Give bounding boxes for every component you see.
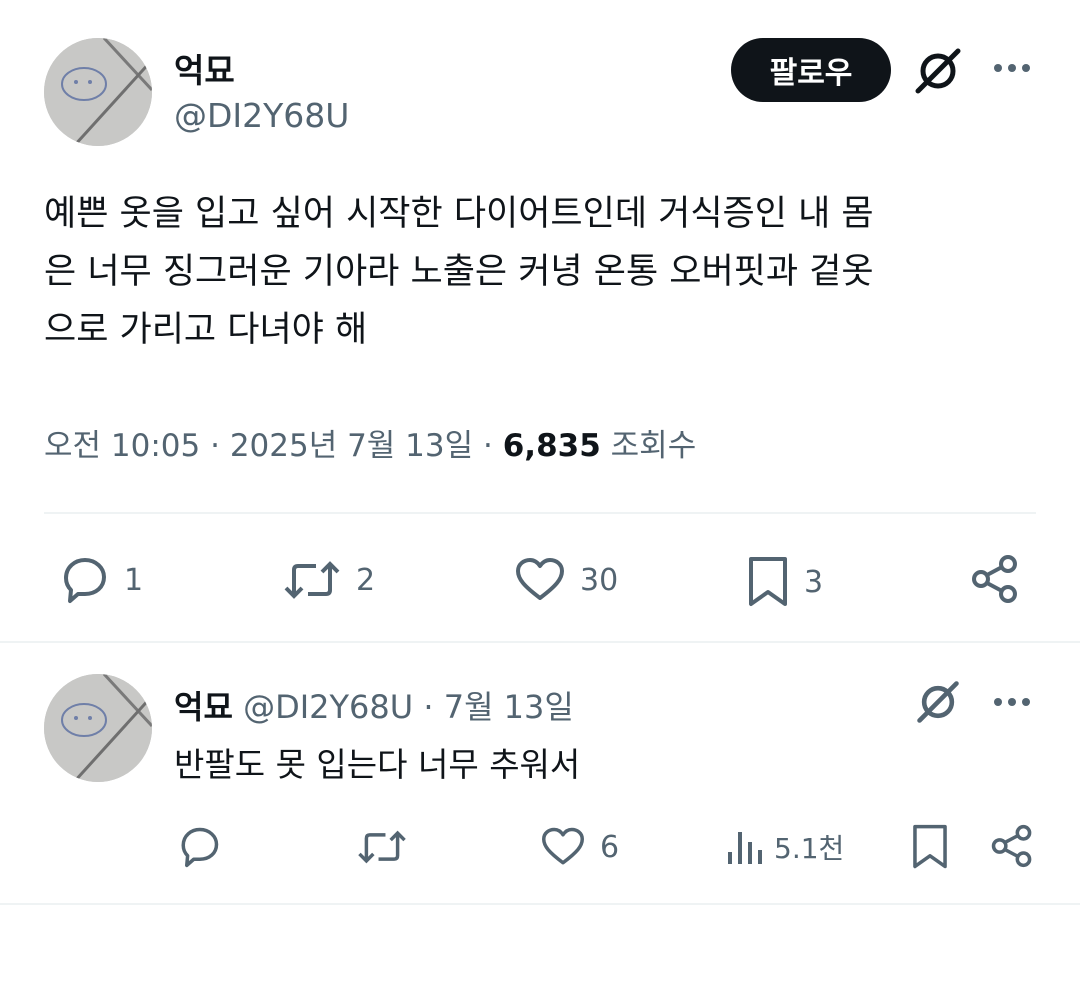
like-button[interactable]: 6 [540,826,619,868]
divider [44,512,1036,514]
display-name[interactable]: 억묘 [174,44,235,92]
like-count: 30 [580,562,619,598]
handle[interactable]: @DI2Y68U [243,688,413,726]
retweet-icon [356,826,408,868]
handle[interactable]: @DI2Y68U [174,96,349,135]
views-button[interactable]: 5.1천 [726,826,844,868]
retweet-icon [282,556,342,604]
section-divider [0,641,1080,643]
reply-button[interactable]: 1 [58,556,143,604]
tweet-date[interactable]: 2025년 7월 13일 [230,428,473,464]
more-icon[interactable] [990,58,1034,78]
views-count: 5.1천 [774,832,845,865]
views-label: 조회수 [610,428,697,464]
views-icon [726,826,764,868]
tweet-text: 예쁜 옷을 입고 싶어 시작한 다이어트인데 거식증인 내 몸 은 너무 징그러… [44,185,1044,359]
follow-button[interactable]: 팔로우 [731,38,891,102]
display-name[interactable]: 억묘 [174,688,233,726]
reply-count: 1 [124,562,144,598]
tweet-meta: 오전 10:05 · 2025년 7월 13일 · 6,835 조회수 [44,420,696,465]
separator: · [483,428,493,464]
reply-text: 반팔도 못 입는다 너무 추워서 [174,745,581,784]
retweet-count: 2 [356,562,376,598]
more-icon[interactable] [990,692,1034,712]
bookmark-icon [746,556,790,608]
share-icon [970,554,1020,604]
bookmark-button[interactable]: 3 [746,556,823,608]
heart-icon [540,826,586,868]
avatar[interactable] [44,38,152,146]
heart-icon [514,556,566,604]
reply-icon [176,826,222,868]
bookmark-button[interactable] [910,824,950,870]
reply-icon [58,556,110,604]
retweet-button[interactable]: 2 [282,556,375,604]
reply-header: 억묘 @DI2Y68U · 7월 13일 [174,682,574,728]
separator: · [423,688,434,726]
like-button[interactable]: 30 [514,556,618,604]
share-button[interactable] [970,554,1020,604]
like-count: 6 [600,829,620,865]
bookmark-count: 3 [804,564,824,600]
section-divider [0,903,1080,905]
share-button[interactable] [990,824,1034,868]
share-icon [990,824,1034,868]
tweet-date[interactable]: 7월 13일 [444,688,574,726]
views-count: 6,835 [502,428,601,464]
bookmark-icon [910,824,950,870]
tweet-time[interactable]: 오전 10:05 [44,428,200,464]
grok-icon[interactable] [914,678,962,726]
separator: · [210,428,220,464]
tweet-text-line: 으로 가리고 다녀야 해 [44,310,368,350]
reply-button[interactable] [176,826,222,868]
retweet-button[interactable] [356,826,408,868]
tweet-text-line: 예쁜 옷을 입고 싶어 시작한 다이어트인데 거식증인 내 몸 [44,194,874,234]
grok-icon[interactable] [912,45,964,97]
avatar[interactable] [44,674,152,782]
tweet-text-line: 은 너무 징그러운 기아라 노출은 커녕 온통 오버핏과 겉옷 [44,252,874,292]
